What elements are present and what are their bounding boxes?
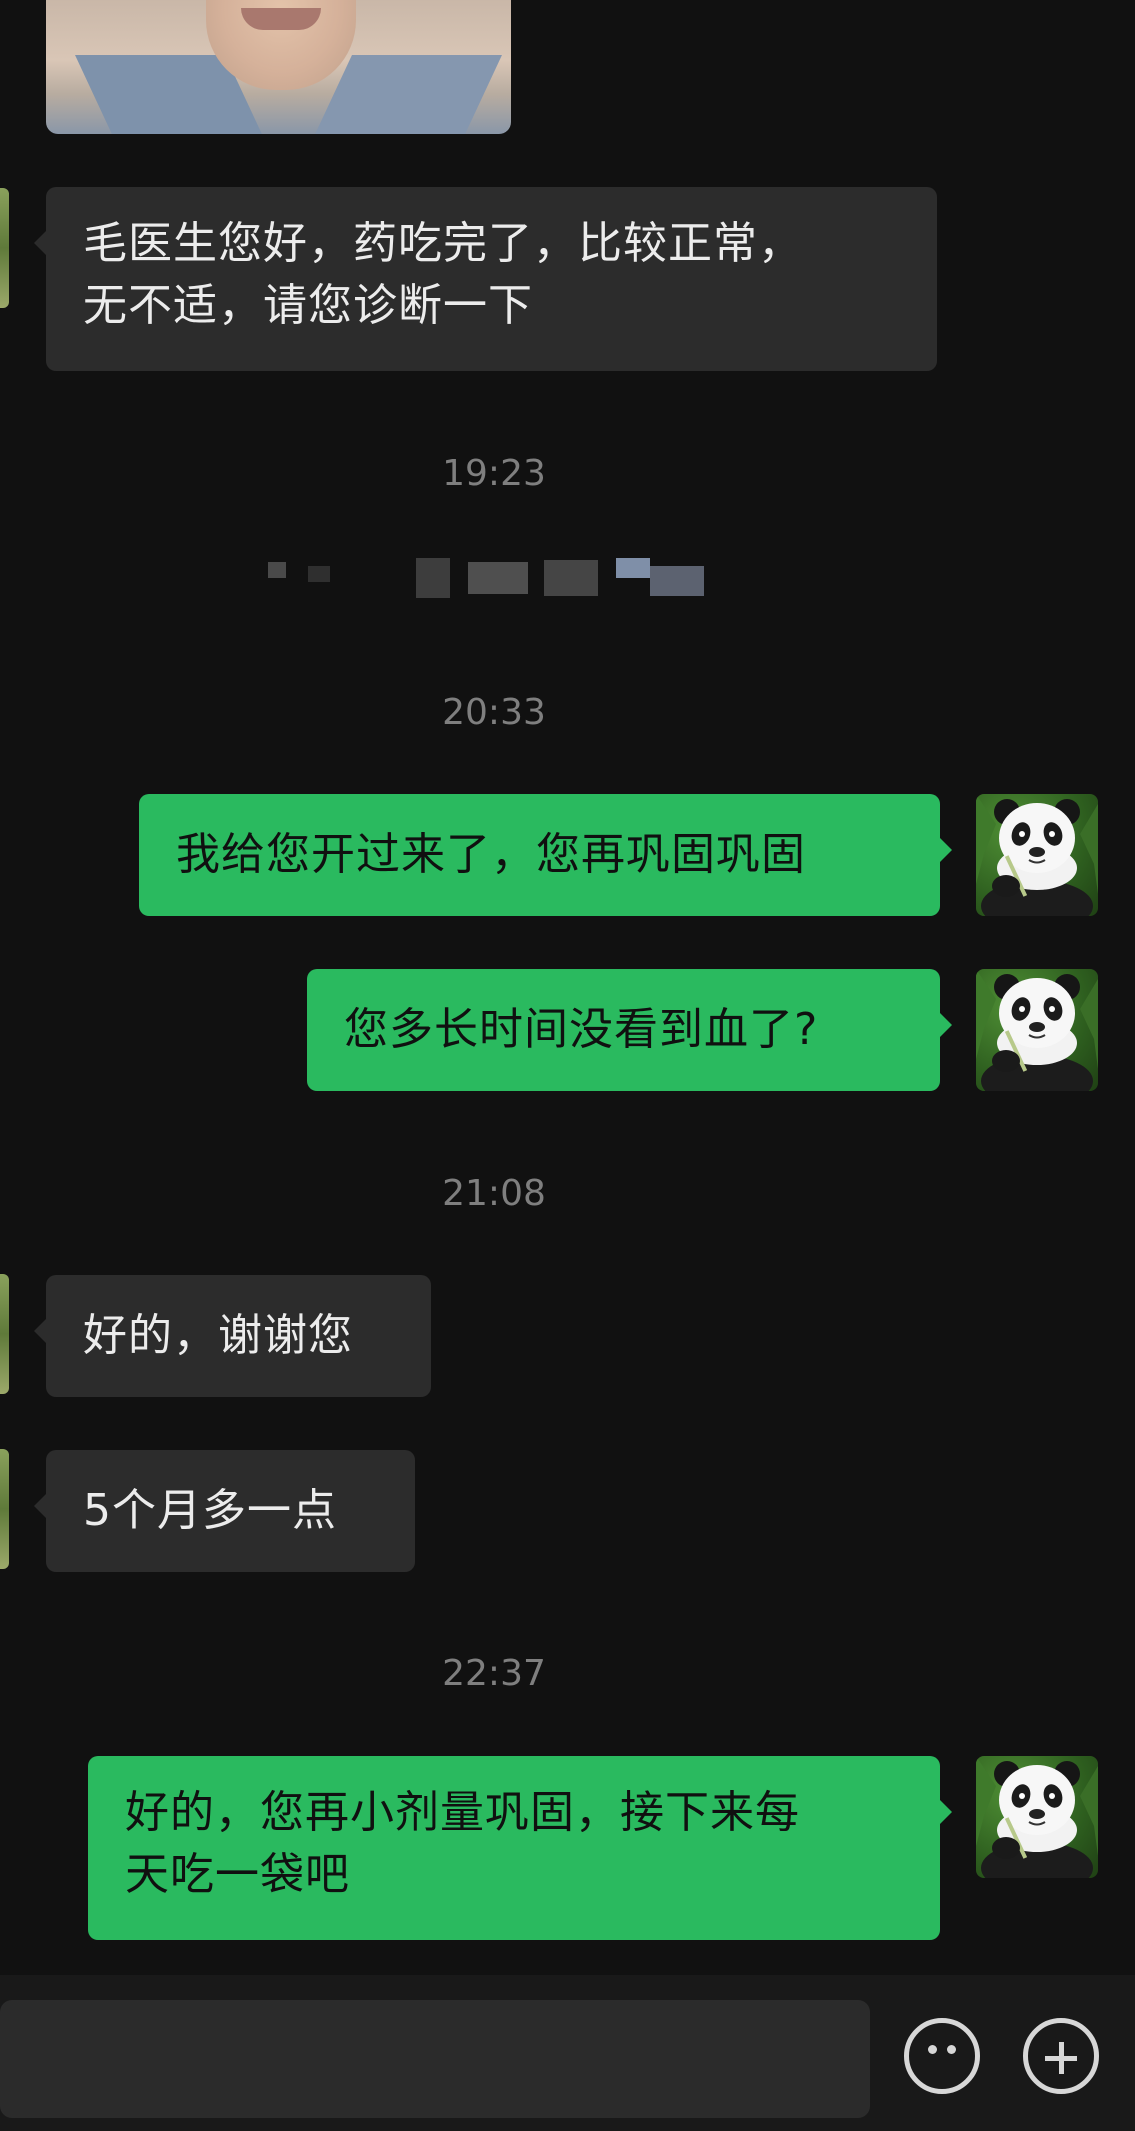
peer-avatar[interactable] [0, 1449, 9, 1569]
emoji-eye [947, 2045, 956, 2054]
incoming-message[interactable]: 毛医生您好，药吃完了，比较正常， 无不适，请您诊断一下 [34, 187, 937, 371]
plus-bar [1059, 2042, 1064, 2074]
incoming-message[interactable]: 5个月多一点 [34, 1450, 415, 1572]
peer-avatar[interactable] [0, 1274, 9, 1394]
outgoing-message[interactable]: 我给您开过来了，您再巩固巩固 [139, 794, 952, 916]
photo-shirt-right [310, 55, 502, 134]
timestamp: 20:33 [442, 692, 546, 733]
outgoing-message[interactable]: 好的，您再小剂量巩固，接下来每 天吃一袋吧 [88, 1756, 952, 1940]
panda-icon [976, 794, 1098, 916]
outgoing-message[interactable]: 您多长时间没看到血了? [307, 969, 952, 1091]
panda-icon [976, 1756, 1098, 1878]
panda-icon [976, 969, 1098, 1091]
redacted-system-notice [268, 558, 718, 598]
photo-mouth [241, 8, 321, 30]
my-avatar-panda[interactable] [976, 1756, 1098, 1878]
timestamp: 19:23 [442, 453, 546, 494]
photo-message[interactable] [46, 0, 511, 134]
emoji-icon[interactable] [904, 2018, 980, 2094]
incoming-message[interactable]: 好的，谢谢您 [34, 1275, 431, 1397]
emoji-eye [928, 2045, 937, 2054]
peer-avatar[interactable] [0, 188, 9, 308]
my-avatar-panda[interactable] [976, 794, 1098, 916]
my-avatar-panda[interactable] [976, 969, 1098, 1091]
message-input[interactable] [0, 2000, 870, 2118]
plus-circle-icon[interactable] [1023, 2018, 1099, 2094]
timestamp: 22:37 [442, 1653, 546, 1694]
timestamp: 21:08 [442, 1173, 546, 1214]
